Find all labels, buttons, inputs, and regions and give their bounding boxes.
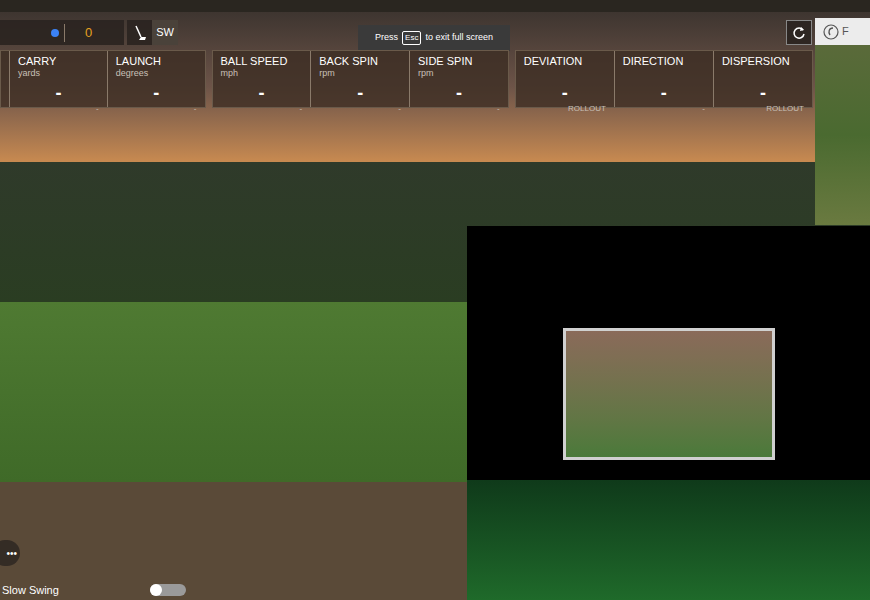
simulator-screen: 0 SW PressEscto exit full screen F CARRYyard… (0, 0, 870, 600)
stat-unit (722, 68, 804, 78)
stat-sub: - (18, 104, 99, 114)
stat-value: - (524, 82, 606, 104)
stat-panel: DEVIATION-ROLLOUTDIRECTION--DISPERSION-R… (515, 50, 813, 108)
reset-button[interactable] (786, 20, 812, 45)
stat-cell: DIRECTION-- (614, 51, 713, 107)
club-button[interactable]: SW (127, 20, 178, 45)
refresh-icon (792, 26, 806, 40)
slow-swing-label: Slow Swing (0, 582, 150, 599)
stat-cell: DEVIATION-ROLLOUT (516, 51, 614, 107)
stat-panel: BALL SPEEDmph--BACK SPINrpm--SIDE SPINrp… (212, 50, 509, 108)
stat-sub: - (418, 104, 500, 114)
stat-panel: CARRYyards--LAUNCHdegrees-- (0, 50, 206, 108)
stat-sub: ROLLOUT (524, 104, 606, 114)
stat-value: - (116, 82, 197, 104)
stat-unit: yards (18, 68, 99, 78)
stat-label: CARRY (18, 55, 99, 68)
stat-label: BACK SPIN (319, 55, 401, 68)
club-label: SW (152, 20, 178, 45)
logo-text: F (842, 23, 849, 40)
score-value: 0 (85, 23, 92, 43)
stat-cell: SIDE SPINrpm-- (409, 51, 508, 107)
stat-sub: - (221, 104, 303, 114)
stat-value: - (418, 82, 500, 104)
stat-value: - (722, 82, 804, 104)
stat-value: - (623, 82, 705, 104)
stat-unit (623, 68, 705, 78)
stat-unit: rpm (319, 68, 401, 78)
coach-video (467, 226, 870, 600)
stat-sub: ROLLOUT (722, 104, 804, 114)
stat-unit: degrees (116, 68, 197, 78)
brand-logo: F (815, 18, 870, 45)
stat-value: - (221, 82, 303, 104)
stat-cell: LAUNCHdegrees-- (107, 51, 205, 107)
stat-cell: CARRYyards-- (9, 51, 107, 107)
stat-sub: - (319, 104, 401, 114)
slow-swing-toggle[interactable] (150, 584, 186, 596)
stat-label: LAUNCH (116, 55, 197, 68)
fullscreen-hint: PressEscto exit full screen (358, 25, 510, 51)
stat-value: - (18, 82, 99, 104)
score-box: 0 (0, 20, 124, 45)
stat-bar: CARRYyards--LAUNCHdegrees--BALL SPEEDmph… (0, 50, 813, 108)
stat-sub: - (623, 104, 705, 114)
course-minimap[interactable] (815, 45, 870, 225)
stat-label: DEVIATION (524, 55, 606, 68)
stat-sub: - (116, 104, 197, 114)
stat-cell: BACK SPINrpm-- (310, 51, 409, 107)
logo-icon (823, 24, 839, 40)
stat-cell: DISPERSION-ROLLOUT (713, 51, 812, 107)
club-icon (133, 25, 147, 41)
stat-cell: BALL SPEEDmph-- (213, 51, 311, 107)
stat-unit: rpm (418, 68, 500, 78)
status-dot-icon (51, 29, 59, 37)
stat-label: DISPERSION (722, 55, 804, 68)
stat-label: SIDE SPIN (418, 55, 500, 68)
stat-label: DIRECTION (623, 55, 705, 68)
esc-key: Esc (402, 31, 421, 45)
stat-value: - (319, 82, 401, 104)
stat-label: BALL SPEED (221, 55, 303, 68)
slow-swing-row: Slow Swing (0, 582, 186, 599)
stat-unit (524, 68, 606, 78)
stat-unit: mph (221, 68, 303, 78)
